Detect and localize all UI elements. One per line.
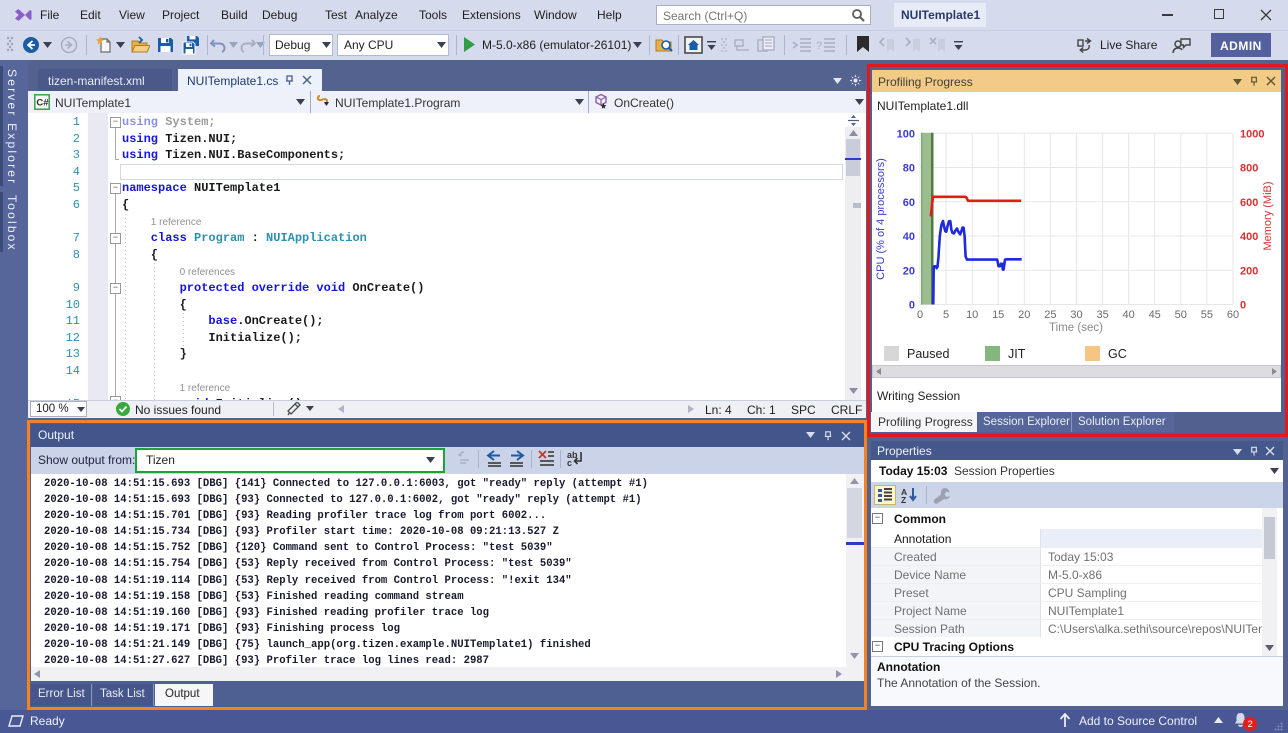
svg-text:55: 55 <box>1201 309 1213 321</box>
svg-text:?: ? <box>816 40 822 52</box>
svg-text:800: 800 <box>1240 163 1258 175</box>
svg-text:CPU (% of 4 processors): CPU (% of 4 processors) <box>875 158 887 280</box>
svg-text:1000: 1000 <box>1240 128 1264 140</box>
svg-text:400: 400 <box>1240 231 1258 243</box>
svg-text:5: 5 <box>943 309 949 321</box>
svg-text:200: 200 <box>1240 265 1258 277</box>
svg-text:c: c <box>567 458 572 467</box>
svg-text:60: 60 <box>1227 309 1239 321</box>
svg-text:10: 10 <box>966 309 978 321</box>
svg-text:30: 30 <box>1070 309 1082 321</box>
svg-text:Time (sec): Time (sec) <box>1049 322 1103 334</box>
svg-text:C#: C# <box>36 98 49 109</box>
svg-text:35: 35 <box>1096 309 1108 321</box>
svg-text:Memory (MiB): Memory (MiB) <box>1262 181 1274 250</box>
svg-text:40: 40 <box>903 231 915 243</box>
svg-text:60: 60 <box>903 197 915 209</box>
svg-text:45: 45 <box>1149 309 1161 321</box>
svg-text:40: 40 <box>1122 309 1134 321</box>
svg-text:0: 0 <box>917 309 923 321</box>
svg-text:50: 50 <box>1175 309 1187 321</box>
svg-text:100: 100 <box>897 128 915 140</box>
svg-text:0: 0 <box>909 300 915 312</box>
svg-text:15: 15 <box>992 309 1004 321</box>
svg-text:600: 600 <box>1240 197 1258 209</box>
svg-text:25: 25 <box>1044 309 1056 321</box>
svg-text:20: 20 <box>1018 309 1030 321</box>
svg-text:20: 20 <box>903 265 915 277</box>
svg-text:Z: Z <box>901 495 906 503</box>
svg-text:80: 80 <box>903 163 915 175</box>
svg-text:0: 0 <box>1240 300 1246 312</box>
